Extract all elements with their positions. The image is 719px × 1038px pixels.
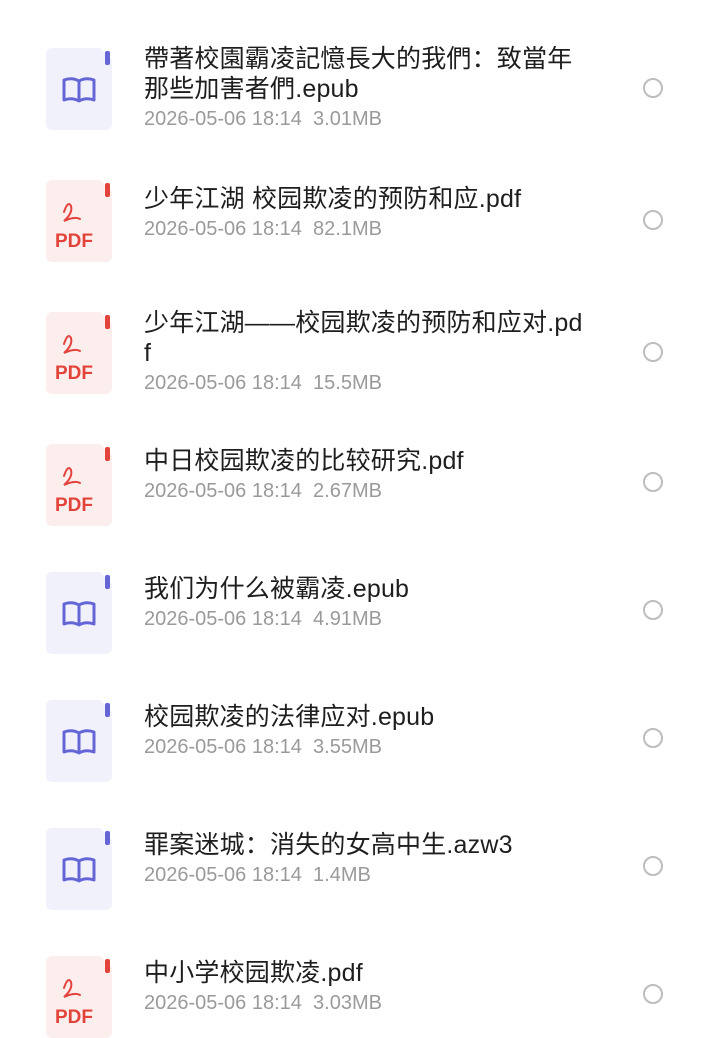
file-size: 82.1MB	[313, 218, 382, 240]
file-meta: 2026-05-06 18:14 82.1MB	[144, 216, 584, 242]
file-row[interactable]: 校园欺凌的法律应对.epub 2026-05-06 18:14 3.55MB	[0, 700, 719, 790]
file-date: 2026-05-06 18:14	[144, 108, 302, 130]
file-row[interactable]: PDF 中小学校园欺凌.pdf 2026-05-06 18:14 3.03MB	[0, 956, 719, 1038]
file-size: 15.5MB	[313, 372, 382, 394]
pdf-type-label: PDF	[55, 495, 93, 516]
epub-book-icon	[46, 700, 112, 782]
file-date: 2026-05-06 18:14	[144, 736, 302, 758]
select-radio[interactable]	[643, 342, 663, 362]
file-meta: 2026-05-06 18:14 2.67MB	[144, 478, 584, 504]
file-size: 2.67MB	[313, 480, 382, 502]
select-radio[interactable]	[643, 600, 663, 620]
select-radio[interactable]	[643, 984, 663, 1004]
file-row[interactable]: PDF 中日校园欺凌的比较研究.pdf 2026-05-06 18:14 2.6…	[0, 444, 719, 534]
file-meta: 2026-05-06 18:14 1.4MB	[144, 862, 584, 888]
file-date: 2026-05-06 18:14	[144, 992, 302, 1014]
file-date: 2026-05-06 18:14	[144, 608, 302, 630]
file-name: 我们为什么被霸凌.epub	[144, 575, 410, 603]
file-size: 1.4MB	[313, 864, 371, 886]
file-meta: 2026-05-06 18:14 3.01MB	[144, 106, 584, 132]
file-name: 少年江湖 校园欺凌的预防和应.pdf	[144, 185, 522, 213]
file-row[interactable]: PDF 少年江湖——校园欺凌的预防和应对.pdf 2026-05-06 18:1…	[0, 308, 719, 408]
file-meta: 2026-05-06 18:14 15.5MB	[144, 370, 584, 396]
file-name: 中小学校园欺凌.pdf	[144, 959, 363, 987]
file-list: 帶著校園霸凌記憶長大的我們：致當年那些加害者們.epub 2026-05-06 …	[0, 0, 719, 1038]
file-name: 中日校园欺凌的比较研究.pdf	[144, 447, 464, 475]
file-date: 2026-05-06 18:14	[144, 480, 302, 502]
file-row[interactable]: 我们为什么被霸凌.epub 2026-05-06 18:14 4.91MB	[0, 572, 719, 662]
epub-book-icon	[46, 48, 112, 130]
file-row[interactable]: 罪案迷城：消失的女高中生.azw3 2026-05-06 18:14 1.4MB	[0, 828, 719, 918]
file-name: 罪案迷城：消失的女高中生.azw3	[144, 831, 513, 859]
file-size: 3.03MB	[313, 992, 382, 1014]
pdf-type-label: PDF	[55, 1007, 93, 1028]
file-meta: 2026-05-06 18:14 3.03MB	[144, 990, 584, 1016]
epub-book-icon	[46, 572, 112, 654]
file-size: 4.91MB	[313, 608, 382, 630]
select-radio[interactable]	[643, 210, 663, 230]
file-meta: 2026-05-06 18:14 3.55MB	[144, 734, 584, 760]
file-size: 3.55MB	[313, 736, 382, 758]
file-row[interactable]: 帶著校園霸凌記憶長大的我們：致當年那些加害者們.epub 2026-05-06 …	[0, 44, 719, 144]
file-meta: 2026-05-06 18:14 4.91MB	[144, 606, 584, 632]
pdf-icon: PDF	[46, 444, 112, 526]
file-date: 2026-05-06 18:14	[144, 372, 302, 394]
pdf-icon: PDF	[46, 956, 112, 1038]
select-radio[interactable]	[643, 856, 663, 876]
file-name: 帶著校園霸凌記憶長大的我們：致當年那些加害者們.epub	[144, 45, 573, 103]
pdf-icon: PDF	[46, 312, 112, 394]
file-name: 校园欺凌的法律应对.epub	[144, 703, 435, 731]
select-radio[interactable]	[643, 78, 663, 98]
file-row[interactable]: PDF 少年江湖 校园欺凌的预防和应.pdf 2026-05-06 18:14 …	[0, 178, 719, 268]
pdf-type-label: PDF	[55, 231, 93, 252]
select-radio[interactable]	[643, 728, 663, 748]
pdf-icon: PDF	[46, 180, 112, 262]
select-radio[interactable]	[643, 472, 663, 492]
file-date: 2026-05-06 18:14	[144, 218, 302, 240]
pdf-type-label: PDF	[55, 363, 93, 384]
file-date: 2026-05-06 18:14	[144, 864, 302, 886]
file-size: 3.01MB	[313, 108, 382, 130]
epub-book-icon	[46, 828, 112, 910]
file-name: 少年江湖——校园欺凌的预防和应对.pdf	[144, 309, 583, 367]
